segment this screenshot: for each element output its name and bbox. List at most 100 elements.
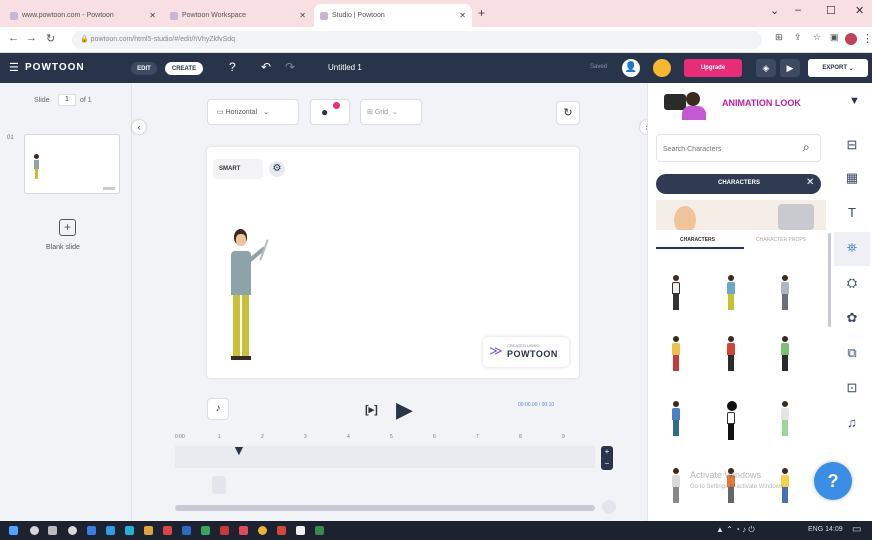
edit-mode-toggle[interactable]: EDIT — [131, 62, 157, 75]
media-icon[interactable]: ⧉ — [837, 345, 867, 361]
character-item[interactable] — [672, 275, 680, 310]
character-item[interactable] — [781, 336, 789, 371]
forward-icon[interactable]: → — [26, 32, 37, 44]
background-pattern-icon[interactable]: ▦ — [837, 170, 867, 186]
timeline-slide-block[interactable] — [212, 476, 226, 494]
character-item[interactable] — [672, 468, 680, 503]
taskbar-app-icon[interactable] — [106, 526, 115, 535]
window-close-icon[interactable]: ✕ — [855, 4, 864, 17]
characters-icon[interactable]: ⛯ — [837, 240, 867, 256]
settings-gear-icon[interactable]: ⚙ — [269, 161, 285, 177]
taskbar-app-icon[interactable] — [68, 526, 77, 535]
close-tab-icon[interactable]: ✕ — [455, 11, 466, 20]
tab-characters[interactable]: CHARACTERS — [680, 237, 715, 243]
create-mode-toggle[interactable]: CREATE — [165, 62, 203, 75]
reload-icon[interactable]: ↻ — [46, 32, 55, 45]
grid-dropdown[interactable]: ⊞ Grid ⌄ — [360, 99, 422, 125]
animation-look-dropdown-icon[interactable]: ▼ — [849, 95, 860, 107]
sidebar-icon[interactable]: ▣ — [830, 32, 839, 43]
orientation-dropdown[interactable]: ▭ Horizontal ⌄ — [207, 99, 299, 125]
slide-canvas[interactable]: SMART ⚙ ≫ CREATED USING POWTOON — [207, 147, 579, 378]
taskbar-app-icon[interactable] — [277, 526, 286, 535]
search-icon[interactable]: ⌕ — [803, 140, 810, 155]
props-icon[interactable]: ⛭ — [837, 275, 867, 291]
audio-button[interactable]: ♪ — [207, 398, 229, 420]
teacher-character[interactable] — [231, 229, 275, 364]
panel-scrollbar[interactable] — [828, 233, 831, 327]
filter-chip[interactable]: CHARACTERS ✕ — [656, 174, 821, 194]
music-icon[interactable]: ♫ — [837, 415, 867, 430]
slide-number-input[interactable]: 1 — [58, 94, 76, 106]
taskbar-app-icon[interactable] — [144, 526, 153, 535]
taskbar-app-icon[interactable] — [220, 526, 229, 535]
taskbar-app-icon[interactable] — [87, 526, 96, 535]
user-avatar[interactable]: 👤 — [622, 59, 640, 77]
close-tab-icon[interactable]: ✕ — [295, 11, 306, 20]
text-icon[interactable]: T — [837, 205, 867, 220]
url-field[interactable]: 🔒 powtoon.com/html5-studio/#/edit/hVhyZk… — [72, 31, 762, 49]
taskbar-app-icon[interactable] — [163, 526, 172, 535]
help-icon[interactable]: ? — [229, 60, 236, 74]
character-search-field[interactable]: ⌕ — [656, 134, 821, 162]
taskbar-chrome-icon[interactable] — [258, 526, 267, 535]
back-icon[interactable]: ← — [8, 32, 19, 44]
notifications-icon[interactable]: ▭ — [852, 524, 861, 535]
coins-icon[interactable] — [653, 59, 671, 77]
tab-character-props[interactable]: CHARACTER PROPS — [756, 237, 806, 243]
shapes-icon[interactable]: ✿ — [837, 310, 867, 326]
taskbar-app-icon[interactable] — [125, 526, 134, 535]
playhead-marker[interactable]: ▼ — [232, 442, 246, 458]
play-icon[interactable]: ▶ — [396, 397, 413, 423]
category-banner[interactable] — [656, 200, 826, 230]
taskbar-search-icon[interactable] — [30, 526, 39, 535]
browser-menu-icon[interactable]: ⋮ — [862, 32, 872, 45]
bookmark-star-icon[interactable]: ☆ — [813, 32, 821, 43]
timeline-ruler[interactable]: 0:00 1 2 3 4 5 6 7 8 9 ▼ — [175, 430, 595, 470]
export-button[interactable]: EXPORT ⌄ — [808, 59, 868, 77]
play-from-start-icon[interactable]: [▸] — [365, 403, 378, 416]
clear-filter-icon[interactable]: ✕ — [806, 177, 814, 188]
share-icon[interactable]: ⇪ — [794, 32, 802, 43]
share-button[interactable]: ◈ — [756, 59, 776, 77]
zoom-stepper[interactable]: + − — [601, 446, 613, 470]
help-chat-button[interactable]: ? — [814, 462, 852, 500]
blank-slide-label[interactable]: Blank slide — [46, 244, 80, 251]
new-tab-button[interactable]: + — [478, 6, 485, 20]
close-tab-icon[interactable]: ✕ — [145, 11, 156, 20]
character-item[interactable] — [727, 336, 735, 371]
tray-icons[interactable]: ▲ ⌃ ◔ ♪ ⏻ — [716, 525, 755, 535]
taskbar-app-icon[interactable] — [182, 526, 191, 535]
preview-play-button[interactable]: ▶ — [780, 59, 800, 77]
refresh-canvas-icon[interactable]: ↻ — [556, 101, 580, 125]
extension-icon[interactable]: ⊞ — [775, 32, 783, 43]
video-icon[interactable]: ⊡ — [837, 380, 867, 396]
comments-button[interactable]: ● — [310, 99, 350, 125]
tab-powtoon-site[interactable]: www.powtoon.com - Powtoon ✕ — [4, 4, 162, 27]
tab-powtoon-workspace[interactable]: Powtoon Workspace ✕ — [164, 4, 312, 27]
profile-avatar[interactable] — [845, 33, 857, 45]
taskbar-app-icon[interactable] — [315, 526, 324, 535]
hamburger-menu-icon[interactable]: ☰ — [9, 61, 19, 74]
tab-search-icon[interactable]: ⌄ — [770, 4, 779, 17]
upgrade-button[interactable]: Upgrade — [684, 59, 742, 77]
smart-slide-button[interactable]: SMART — [213, 159, 263, 179]
redo-icon[interactable]: ↷ — [285, 60, 295, 74]
minimize-icon[interactable]: – — [795, 4, 801, 16]
taskbar-app-icon[interactable] — [296, 526, 305, 535]
powtoon-logo[interactable]: POWTOON — [25, 62, 85, 73]
character-item[interactable] — [727, 401, 737, 440]
search-input[interactable] — [663, 142, 793, 156]
character-item[interactable] — [781, 401, 789, 436]
collapse-left-panel-icon[interactable]: ‹ — [132, 120, 146, 134]
document-title[interactable]: Untitled 1 — [328, 63, 362, 72]
windows-start-icon[interactable] — [9, 526, 18, 535]
scroll-handle[interactable] — [602, 500, 616, 514]
character-item[interactable] — [727, 275, 735, 310]
character-item[interactable] — [672, 401, 680, 436]
task-view-icon[interactable] — [48, 526, 57, 535]
horizontal-scrollbar[interactable] — [175, 505, 595, 511]
add-slide-icon[interactable]: + — [59, 219, 76, 236]
layout-icon[interactable]: ⊟ — [837, 137, 867, 153]
tab-studio-powtoon[interactable]: Studio | Powtoon ✕ — [314, 4, 472, 27]
slide-thumbnail[interactable] — [24, 134, 120, 194]
